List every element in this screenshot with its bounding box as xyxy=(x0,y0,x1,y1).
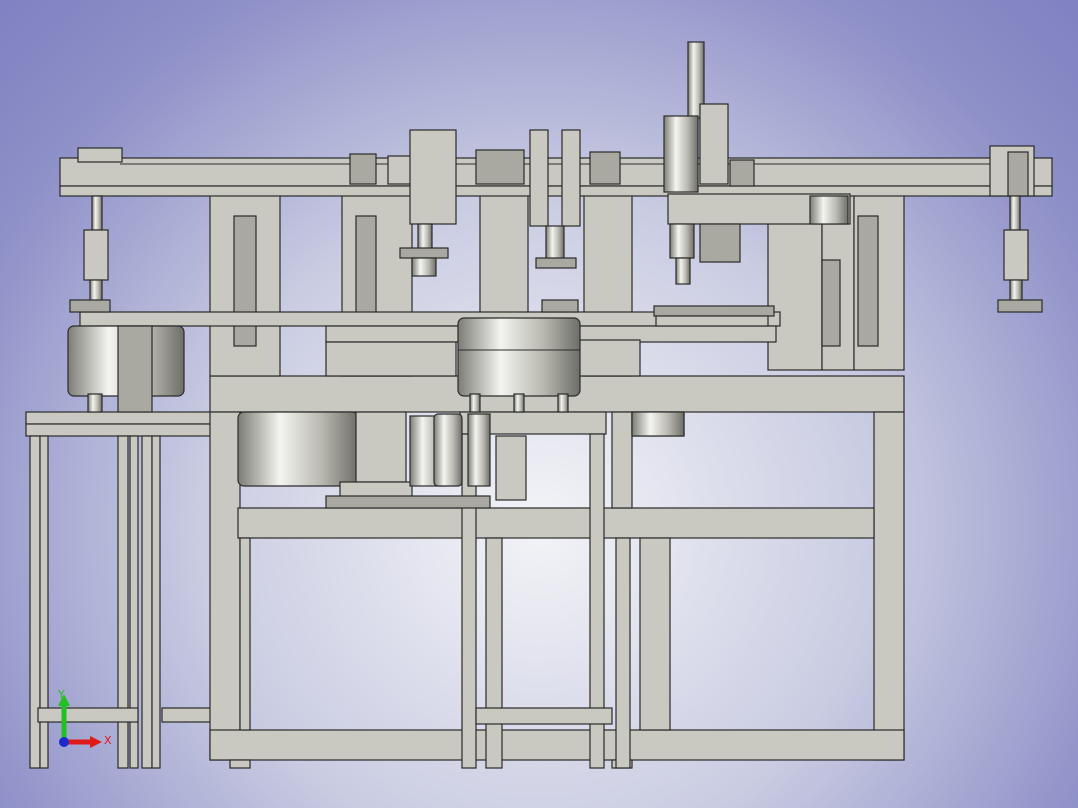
z-axis-dot xyxy=(59,737,69,747)
right-pick-cylinder xyxy=(997,195,1043,313)
left-pick-cylinder xyxy=(69,195,111,313)
left-side-table xyxy=(25,411,217,769)
left-vibratory-bowl xyxy=(67,325,185,413)
cad-viewport[interactable]: Y X xyxy=(0,0,1078,808)
x-axis-label: X xyxy=(104,734,112,747)
y-axis-label: Y xyxy=(57,688,65,701)
x-axis-arrowhead xyxy=(90,736,102,748)
center-vibratory-bowl xyxy=(457,317,581,413)
machine-assembly-drawing: Y X xyxy=(25,41,1053,769)
top-gantry-beam xyxy=(59,145,1053,197)
dual-guide-cylinders xyxy=(529,129,581,313)
